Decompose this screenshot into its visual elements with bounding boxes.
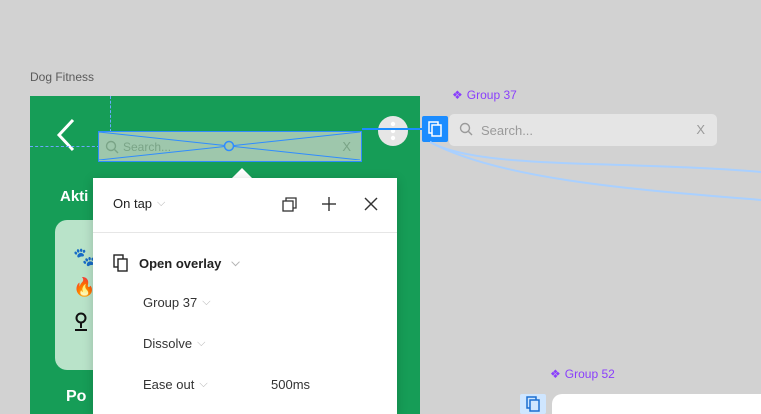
duration-input[interactable]: 500ms [271, 377, 310, 392]
chevron-down-icon: ⌵ [157, 197, 166, 209]
easing-dropdown[interactable]: Ease out ⌵ [143, 377, 208, 392]
interaction-panel: On tap ⌵ Open overlay ⌵ Group 37 ⌵ Disso… [93, 178, 397, 414]
overlay-link-icon-2[interactable] [520, 394, 546, 414]
action-dropdown[interactable]: Open overlay ⌵ [113, 254, 240, 272]
selection-cross-icon [99, 132, 360, 160]
trigger-dropdown[interactable]: On tap ⌵ [113, 196, 165, 211]
component-icon: ❖ [452, 88, 463, 102]
guide-line [110, 96, 111, 132]
easing-label: Ease out [143, 377, 195, 392]
interaction-header: On tap ⌵ [93, 178, 397, 233]
frame-label[interactable]: Dog Fitness [30, 70, 94, 84]
section-title: Akti [60, 188, 89, 205]
overlay-action-icon [113, 254, 128, 272]
chevron-down-icon: ⌵ [202, 296, 211, 308]
chevron-down-icon: ⌵ [197, 337, 206, 349]
component-name: Group 52 [564, 367, 615, 381]
duplicate-icon[interactable] [280, 194, 300, 214]
search-placeholder: Search... [481, 123, 534, 138]
animation-label: Dissolve [143, 336, 193, 351]
clear-label: X [696, 122, 705, 137]
selected-search-bar[interactable]: Search... X [98, 131, 362, 162]
trigger-label: On tap [113, 196, 153, 211]
destination-dropdown[interactable]: Group 37 ⌵ [143, 295, 211, 310]
group-52-frame[interactable] [552, 394, 761, 414]
location-pin-icon [73, 312, 89, 335]
animation-dropdown[interactable]: Dissolve ⌵ [143, 336, 205, 351]
guide-line [30, 146, 100, 147]
close-icon[interactable] [361, 194, 381, 214]
search-icon [459, 122, 473, 136]
component-icon: ❖ [550, 367, 561, 381]
section-title-2: Po [66, 388, 87, 405]
prototype-connection-curves [429, 141, 761, 201]
more-options-button[interactable] [378, 116, 408, 146]
component-name: Group 37 [466, 88, 517, 102]
back-chevron-icon[interactable] [56, 118, 76, 157]
action-label: Open overlay [139, 255, 222, 271]
overlay-link-icon[interactable] [422, 116, 448, 142]
destination-label: Group 37 [143, 295, 198, 310]
chevron-down-icon: ⌵ [231, 256, 240, 269]
connection-line [362, 128, 422, 130]
component-label-2[interactable]: ❖ Group 52 [550, 367, 615, 381]
chevron-down-icon: ⌵ [199, 378, 208, 390]
add-icon[interactable] [319, 194, 339, 214]
component-label[interactable]: ❖ Group 37 [452, 88, 517, 102]
vertical-dots-icon [390, 121, 396, 141]
